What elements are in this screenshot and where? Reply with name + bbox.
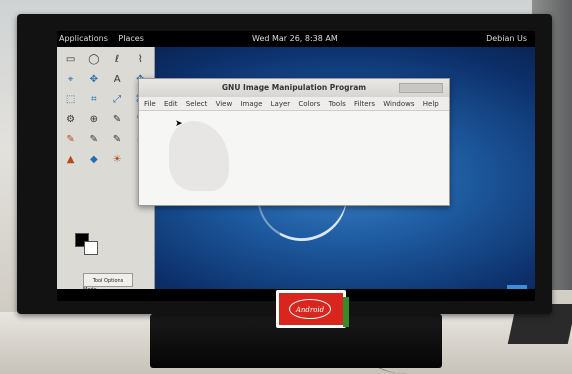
free-select-tool-icon[interactable]: ℓ (108, 53, 127, 67)
clock[interactable]: Wed Mar 26, 8:38 AM (252, 31, 338, 47)
gimp-image-window: GNU Image Manipulation Program File Edit… (138, 78, 450, 206)
scale-tool-icon[interactable]: ⤢ (108, 93, 127, 107)
text-tool-icon[interactable]: A (108, 73, 127, 87)
measure-tool-icon[interactable]: ✎ (108, 113, 127, 127)
image-canvas[interactable]: ➤ (139, 111, 449, 205)
rect-select-tool-icon[interactable]: ▭ (61, 53, 80, 67)
monitor: Applications Places Wed Mar 26, 8:38 AM … (17, 14, 552, 314)
crop-tool-icon[interactable]: ⬚ (61, 93, 80, 107)
bucket-fill-tool-icon[interactable]: ▲ (61, 153, 80, 167)
move-tool-icon[interactable]: ⌖ (61, 73, 80, 87)
menu-tools[interactable]: Tools (329, 100, 346, 108)
gimp-menubar: File Edit Select View Image Layer Colors… (139, 97, 449, 111)
screen: Applications Places Wed Mar 26, 8:38 AM … (57, 31, 535, 301)
align-tool-icon[interactable]: ✥ (84, 73, 103, 87)
desktop-topbar: Applications Places Wed Mar 26, 8:38 AM … (57, 31, 535, 47)
wilber-watermark (169, 121, 229, 191)
blend-tool-icon[interactable]: ◆ (84, 153, 103, 167)
eraser-tool-icon[interactable]: ✎ (84, 133, 103, 147)
background-color[interactable] (84, 241, 98, 255)
paintbrush-tool-icon[interactable]: ✎ (61, 133, 80, 147)
ellipse-select-tool-icon[interactable]: ◯ (84, 53, 103, 67)
cage-tool-icon[interactable]: ⚙ (61, 113, 80, 127)
user-menu[interactable]: Debian Us (486, 31, 527, 47)
fg-bg-color-selector[interactable] (75, 233, 101, 255)
menu-edit[interactable]: Edit (164, 100, 178, 108)
menu-windows[interactable]: Windows (383, 100, 414, 108)
android-logo: Android (289, 299, 331, 319)
menu-colors[interactable]: Colors (298, 100, 320, 108)
dodge-burn-tool-icon[interactable]: ☀ (108, 153, 127, 167)
menu-image[interactable]: Image (240, 100, 262, 108)
menu-layer[interactable]: Layer (271, 100, 291, 108)
window-controls[interactable] (399, 83, 443, 93)
places-menu[interactable]: Places (118, 34, 143, 43)
menu-select[interactable]: Select (186, 100, 208, 108)
zoom-tool-icon[interactable]: ⊕ (84, 113, 103, 127)
android-sticker: Android (276, 290, 349, 328)
mouse-cursor-icon: ➤ (175, 119, 183, 129)
menu-filters[interactable]: Filters (354, 100, 375, 108)
airbrush-tool-icon[interactable]: ✎ (108, 133, 127, 147)
topbar-menu: Applications Places (59, 31, 152, 47)
tool-options-tab[interactable]: Tool Options (83, 273, 133, 287)
window-title: GNU Image Manipulation Program (221, 83, 367, 92)
window-titlebar[interactable]: GNU Image Manipulation Program (139, 79, 449, 97)
applications-menu[interactable]: Applications (59, 34, 108, 43)
sticker-accent (343, 297, 349, 327)
menu-help[interactable]: Help (423, 100, 439, 108)
menu-file[interactable]: File (144, 100, 156, 108)
fuzzy-select-tool-icon[interactable]: ⌇ (131, 53, 150, 67)
perspective-tool-icon[interactable]: ⌗ (84, 93, 103, 107)
menu-view[interactable]: View (216, 100, 233, 108)
